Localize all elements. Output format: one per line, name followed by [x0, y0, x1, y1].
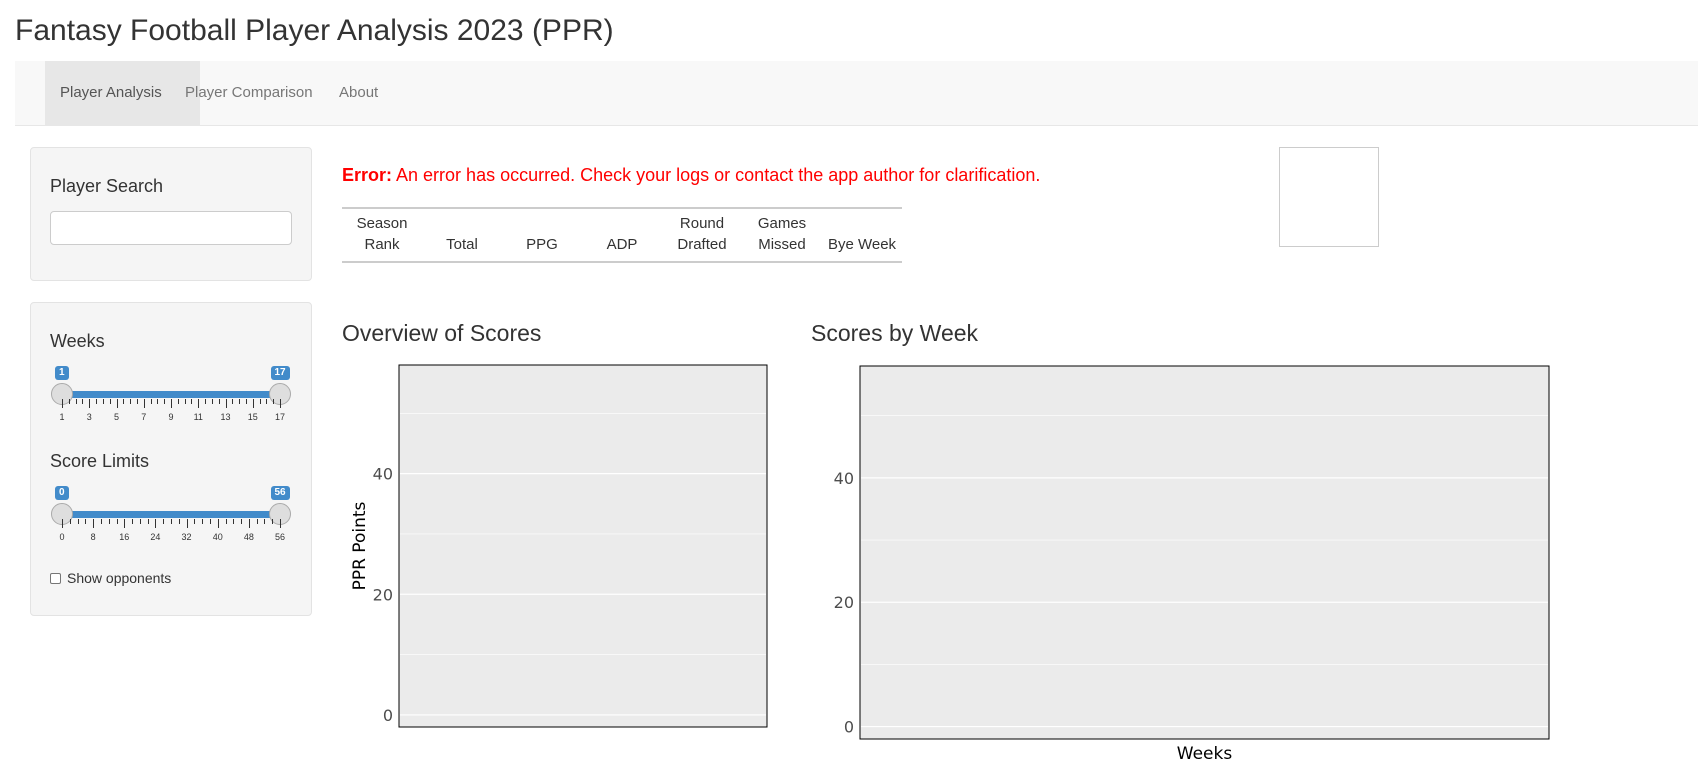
weekly-y-ticks: 0 20 40 [834, 469, 854, 737]
overview-y-ticks: 0 20 40 [373, 465, 393, 725]
plots-canvas: 0 20 40 PPR Points 0 20 40 Weeks [350, 364, 1550, 764]
overview-plot: 0 20 40 PPR Points [350, 364, 768, 728]
overview-y-tick-label: 40 [373, 465, 393, 484]
overview-y-axis-label: PPR Points [350, 501, 370, 590]
weekly-x-axis-label: Weeks [1177, 744, 1233, 764]
weekly-plot: 0 20 40 Weeks [834, 365, 1550, 764]
weekly-plot-panel [859, 365, 1550, 740]
overview-plot-panel [398, 364, 768, 728]
weekly-y-tick-label: 0 [844, 718, 854, 737]
weekly-y-tick-label: 20 [834, 593, 854, 612]
overview-y-tick-label: 0 [383, 706, 393, 725]
weekly-y-tick-label: 40 [834, 469, 854, 488]
overview-y-tick-label: 20 [373, 585, 393, 604]
